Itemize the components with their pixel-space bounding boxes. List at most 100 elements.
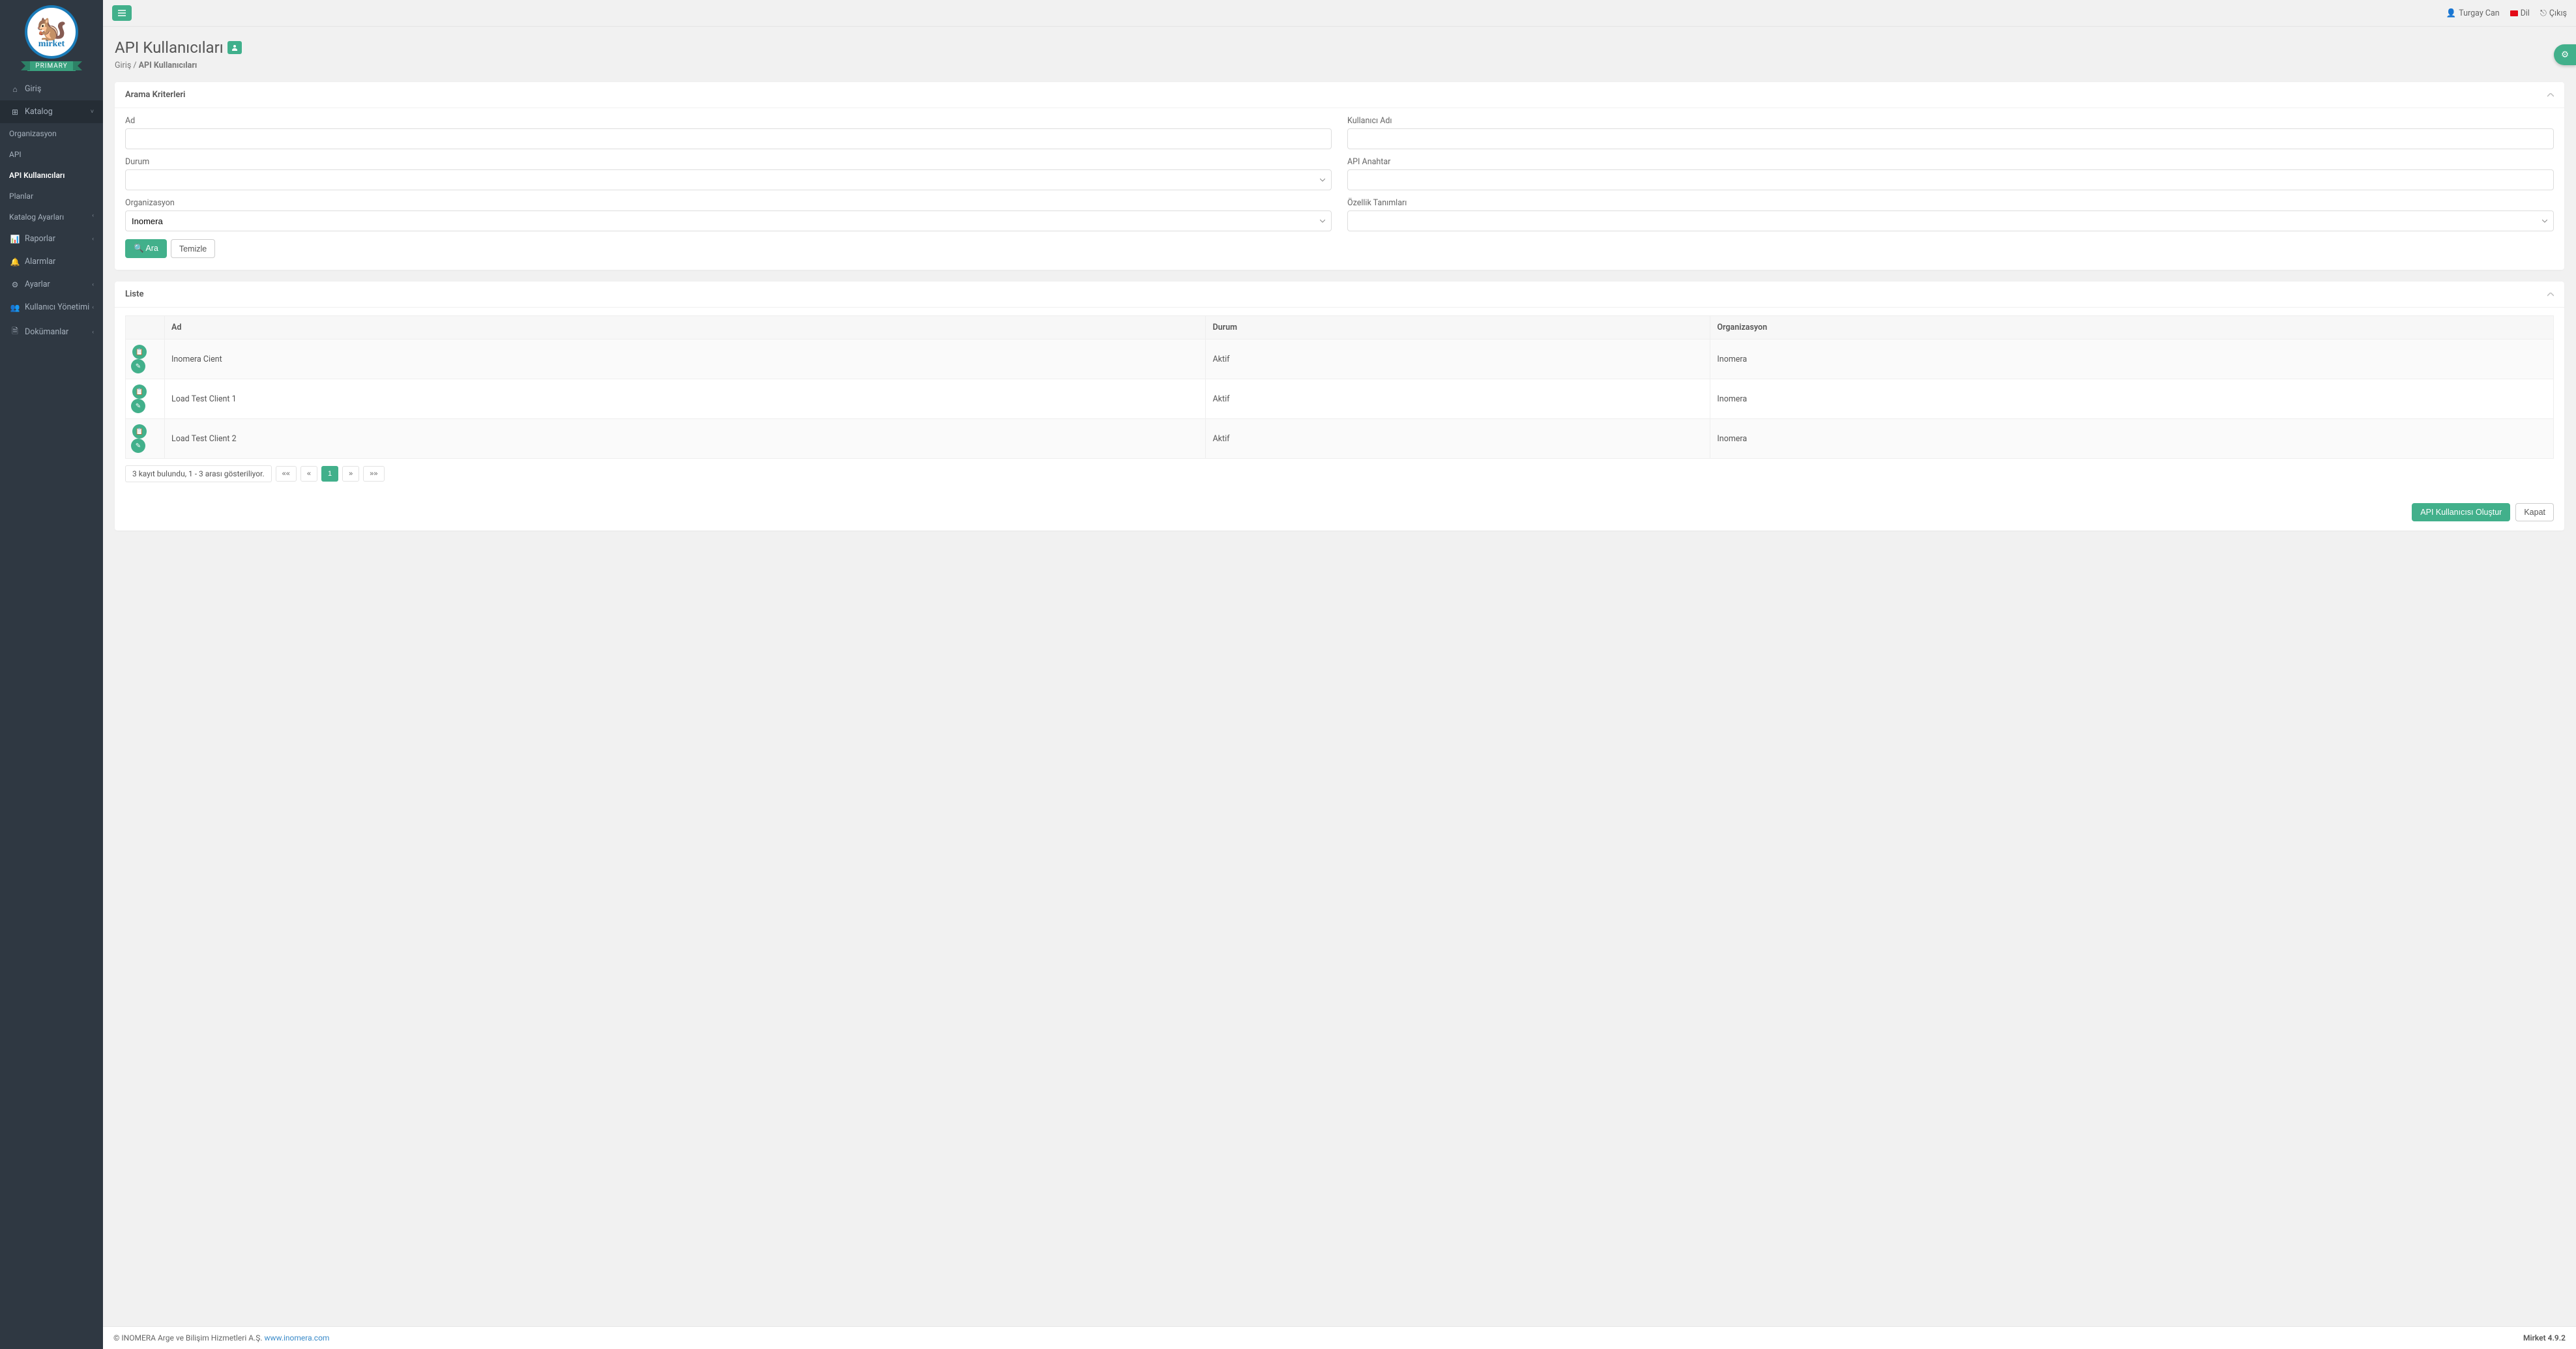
- sidebar-item-user-mgmt[interactable]: 👥 Kullanıcı Yönetimi ‹: [0, 296, 103, 319]
- chevron-left-icon: ‹: [92, 212, 94, 219]
- breadcrumb-current: API Kullanıcıları: [139, 61, 198, 70]
- clipboard-icon: 📋: [136, 388, 143, 396]
- pencil-icon: ✎: [136, 403, 141, 410]
- search-panel: Arama Kriterleri Ad: [115, 82, 2564, 270]
- cell-durum: Aktif: [1206, 379, 1710, 419]
- page-title-text: API Kullanıcıları: [115, 38, 224, 57]
- pager-next[interactable]: »: [342, 466, 359, 482]
- table-row: 📋✎Load Test Client 2AktifInomera: [126, 419, 2554, 459]
- chevron-up-icon: [2547, 293, 2554, 297]
- search-panel-title: Arama Kriterleri: [125, 90, 185, 100]
- breadcrumb-home[interactable]: Giriş: [115, 61, 131, 70]
- sidebar-label: Kullanıcı Yönetimi: [25, 302, 89, 312]
- sidebar-label: Giriş: [25, 84, 41, 94]
- sidebar-toggle-button[interactable]: [112, 5, 132, 21]
- close-button[interactable]: Kapat: [2515, 503, 2554, 521]
- chevron-left-icon: ‹: [92, 329, 94, 336]
- cell-ad: Load Test Client 2: [165, 419, 1206, 459]
- input-kullanici-adi[interactable]: [1347, 128, 2554, 149]
- clear-button[interactable]: Temizle: [171, 239, 215, 258]
- sidebar-label: Katalog Ayarları: [9, 212, 64, 222]
- pager-info: 3 kayıt bulundu, 1 - 3 arası gösteriliyo…: [125, 465, 272, 482]
- view-button[interactable]: 📋: [132, 384, 147, 399]
- menu-icon: [118, 10, 126, 16]
- label-ad: Ad: [125, 116, 1332, 126]
- file-icon: 🗎: [9, 325, 21, 339]
- id-badge-icon: [227, 41, 242, 54]
- select-organizasyon[interactable]: Inomera: [125, 210, 1332, 231]
- pager-prev[interactable]: «: [300, 466, 317, 482]
- chevron-down-icon: ˅: [91, 108, 94, 115]
- sidebar-item-catalog-settings[interactable]: Katalog Ayarları ‹: [0, 207, 103, 227]
- col-actions: [126, 316, 165, 340]
- pager-first[interactable]: ««: [276, 466, 297, 482]
- gears-icon: ⚙: [2561, 50, 2569, 60]
- sidebar-item-organization[interactable]: Organizasyon: [0, 123, 103, 144]
- label-kullanici-adi: Kullanıcı Adı: [1347, 116, 2554, 126]
- col-ad: Ad: [165, 316, 1206, 340]
- collapse-toggle[interactable]: [2547, 289, 2554, 299]
- chevron-left-icon: ‹: [92, 236, 94, 242]
- sidebar-label: Alarmlar: [25, 257, 55, 267]
- env-ribbon: PRIMARY: [27, 61, 75, 71]
- table-row: 📋✎Inomera CientAktifInomera: [126, 340, 2554, 379]
- label-api-anahtar: API Anahtar: [1347, 157, 2554, 167]
- select-ozellik[interactable]: [1347, 210, 2554, 231]
- cell-organizasyon: Inomera: [1710, 340, 2554, 379]
- logo-area: 🐿️ PRIMARY: [0, 0, 103, 78]
- input-ad[interactable]: [125, 128, 1332, 149]
- breadcrumb: Giriş / API Kullanıcıları: [115, 61, 2564, 70]
- topbar: 👤 Turgay Can Dil ⎋ Çıkış: [103, 0, 2576, 27]
- search-button-label: Ara: [145, 244, 158, 253]
- footer-copyright: © INOMERA Arge ve Bilişim Hizmetleri A.Ş…: [113, 1333, 265, 1342]
- col-organizasyon: Organizasyon: [1710, 316, 2554, 340]
- label-ozellik: Özellik Tanımları: [1347, 198, 2554, 208]
- create-api-user-button[interactable]: API Kullanıcısı Oluştur: [2412, 503, 2510, 521]
- sidebar-item-home[interactable]: ⌂ Giriş: [0, 78, 103, 100]
- table-row: 📋✎Load Test Client 1AktifInomera: [126, 379, 2554, 419]
- sidebar-item-plans[interactable]: Planlar: [0, 186, 103, 207]
- cell-organizasyon: Inomera: [1710, 379, 2554, 419]
- sidebar-item-reports[interactable]: 📊 Raporlar ‹: [0, 227, 103, 250]
- sidebar-item-settings[interactable]: ⚙ Ayarlar ‹: [0, 273, 103, 296]
- sidebar-label: Katalog: [25, 107, 53, 117]
- view-button[interactable]: 📋: [132, 345, 147, 359]
- sidebar-item-docs[interactable]: 🗎 Dokümanlar ‹: [0, 319, 103, 345]
- logo: 🐿️: [25, 5, 78, 59]
- sidebar-item-alarms[interactable]: 🔔 Alarmlar: [0, 250, 103, 273]
- topbar-logout[interactable]: ⎋ Çıkış: [2540, 8, 2567, 18]
- cell-durum: Aktif: [1206, 419, 1710, 459]
- settings-fab-button[interactable]: ⚙: [2554, 44, 2576, 65]
- chart-icon: 📊: [9, 235, 21, 244]
- footer: © INOMERA Arge ve Bilişim Hizmetleri A.Ş…: [103, 1326, 2576, 1349]
- footer-link[interactable]: www.inomera.com: [265, 1333, 330, 1342]
- edit-button[interactable]: ✎: [131, 399, 145, 413]
- topbar-language[interactable]: Dil: [2510, 8, 2530, 18]
- sidebar-item-api[interactable]: API: [0, 144, 103, 165]
- label-organizasyon: Organizasyon: [125, 198, 1332, 208]
- sidebar-item-catalog[interactable]: ⊞ Katalog ˅: [0, 100, 103, 123]
- chevron-left-icon: ‹: [92, 304, 94, 311]
- pager-page-1[interactable]: 1: [321, 466, 338, 482]
- view-button[interactable]: 📋: [132, 424, 147, 439]
- input-api-anahtar[interactable]: [1347, 169, 2554, 190]
- edit-button[interactable]: ✎: [131, 359, 145, 373]
- select-durum[interactable]: [125, 169, 1332, 190]
- users-icon: 👥: [9, 303, 21, 312]
- lang-label: Dil: [2521, 8, 2530, 18]
- clipboard-icon: 📋: [136, 428, 143, 435]
- edit-button[interactable]: ✎: [131, 439, 145, 453]
- breadcrumb-sep: /: [133, 61, 138, 70]
- sidebar-label: Ayarlar: [25, 280, 50, 289]
- label-durum: Durum: [125, 157, 1332, 167]
- search-button[interactable]: 🔍 Ara: [125, 239, 167, 258]
- clipboard-icon: 📋: [136, 349, 143, 356]
- flag-tr-icon: [2510, 10, 2518, 16]
- topbar-user[interactable]: 👤 Turgay Can: [2446, 8, 2500, 18]
- collapse-toggle[interactable]: [2547, 90, 2554, 100]
- cell-ad: Inomera Cient: [165, 340, 1206, 379]
- user-name: Turgay Can: [2459, 8, 2499, 18]
- pager-last[interactable]: »»: [363, 466, 384, 482]
- footer-version: Mirket 4.9.2: [2523, 1333, 2566, 1342]
- sidebar-item-api-users[interactable]: API Kullanıcıları: [0, 165, 103, 186]
